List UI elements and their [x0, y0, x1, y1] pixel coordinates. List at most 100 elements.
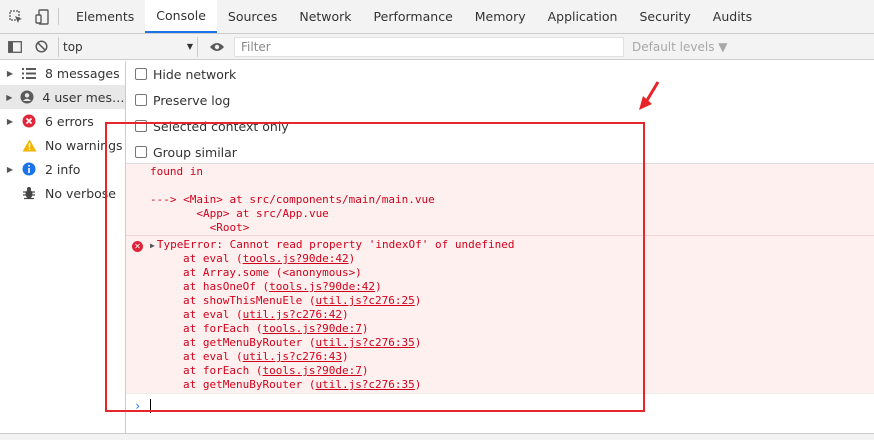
tab-elements[interactable]: Elements [65, 0, 145, 33]
sidebar-item-label: No warnings [45, 137, 123, 153]
log-levels-dropdown[interactable]: Default levels ▼ [632, 40, 728, 54]
stack-frame-text: at showThisMenuEle ( [183, 294, 316, 307]
filter-input[interactable]: Filter [234, 36, 624, 57]
sidebar-item-verbose[interactable]: No verbose [0, 181, 125, 205]
info-icon [20, 161, 38, 177]
stack-frame-text: at forEach ( [183, 322, 263, 335]
stack-frame-text: at eval ( [183, 350, 243, 363]
drawer-bar [0, 433, 874, 440]
stack-frame: at hasOneOf (tools.js?90de:42) [183, 280, 874, 294]
stack-frame-text: at getMenuByRouter ( [183, 378, 316, 391]
console-sidebar: ▶ 8 messages ▶ 4 user mess… ▶ 6 errors N… [0, 61, 126, 433]
sidebar-item-warnings[interactable]: No warnings [0, 133, 125, 157]
selected-context-checkbox[interactable] [135, 120, 147, 132]
console-output: found in ---> <Main> at src/components/m… [126, 164, 874, 393]
console-message: found in ---> <Main> at src/components/m… [126, 164, 874, 236]
context-selector[interactable]: top ▼ [58, 36, 198, 57]
stack-frame-text: ) [414, 336, 422, 349]
stack-frame-text: ) [341, 308, 349, 321]
selected-context-label: Selected context only [153, 118, 289, 134]
sidebar-toggle-icon[interactable] [4, 36, 26, 58]
tab-audits[interactable]: Audits [702, 0, 763, 33]
expand-triangle-icon[interactable]: ▶ [0, 69, 20, 78]
selected-context-option[interactable]: Selected context only [126, 113, 874, 139]
tab-console[interactable]: Console [145, 0, 217, 33]
stack-frame-text: ) [361, 364, 369, 377]
hide-network-checkbox[interactable] [135, 68, 147, 80]
message-line: <App> at src/App.vue [150, 207, 329, 220]
expand-triangle-icon[interactable]: ▶ [0, 165, 20, 174]
tab-network[interactable]: Network [288, 0, 362, 33]
clear-console-icon[interactable] [30, 36, 52, 58]
stack-frame-text: at Array.some (<anonymous>) [183, 266, 362, 279]
context-value: top [63, 39, 83, 54]
group-similar-checkbox[interactable] [135, 146, 147, 158]
stack-frame: at forEach (tools.js?90de:7) [183, 364, 874, 378]
expand-triangle-icon[interactable]: ▶ [0, 93, 19, 102]
preserve-log-option[interactable]: Preserve log [126, 87, 874, 113]
console-settings-pane: Hide network Preserve log Selected conte… [126, 61, 874, 164]
tabbar-divider [58, 8, 59, 25]
source-link[interactable]: util.js?c276:25 [315, 294, 414, 307]
message-line: <Root> [150, 221, 250, 234]
stack-frame: at showThisMenuEle (util.js?c276:25) [183, 294, 874, 308]
stack-frame: at getMenuByRouter (util.js?c276:35) [183, 378, 874, 392]
inspect-element-icon[interactable] [6, 0, 26, 33]
stack-frame-text: at eval ( [183, 308, 243, 321]
stack-frame: at eval (util.js?c276:42) [183, 308, 874, 322]
sidebar-item-user-messages[interactable]: ▶ 4 user mess… [0, 85, 125, 109]
tab-sources[interactable]: Sources [217, 0, 288, 33]
error-icon: ✕ [132, 241, 143, 252]
source-link[interactable]: util.js?c276:35 [315, 378, 414, 391]
stack-frame-text: ) [414, 294, 422, 307]
stack-frame-text: ) [375, 280, 382, 293]
source-link[interactable]: tools.js?90de:42 [269, 280, 375, 293]
text-cursor [150, 398, 152, 413]
tab-application[interactable]: Application [537, 0, 629, 33]
devtools-tabbar: Elements Console Sources Network Perform… [0, 0, 874, 34]
device-toolbar-icon[interactable] [32, 0, 52, 33]
error-message[interactable]: ✕ ▶ TypeError: Cannot read property 'inde… [126, 236, 874, 392]
group-similar-option[interactable]: Group similar [126, 139, 874, 165]
console-prompt[interactable]: › [126, 393, 874, 417]
stack-frame-text: at eval ( [183, 252, 243, 265]
source-link[interactable]: util.js?c276:42 [243, 308, 342, 321]
source-link[interactable]: tools.js?90de:7 [262, 364, 361, 377]
live-expression-eye-icon[interactable] [206, 36, 228, 58]
console-toolbar: top ▼ Filter Default levels ▼ [0, 34, 874, 60]
sidebar-item-errors[interactable]: ▶ 6 errors [0, 109, 125, 133]
bug-icon [20, 185, 38, 201]
preserve-log-checkbox[interactable] [135, 94, 147, 106]
error-text: TypeError: Cannot read property 'indexOf… [156, 238, 515, 251]
chevron-down-icon: ▼ [186, 42, 193, 51]
source-link[interactable]: tools.js?90de:42 [243, 252, 349, 265]
source-link[interactable]: util.js?c276:43 [243, 350, 342, 363]
source-link[interactable]: util.js?c276:35 [315, 336, 414, 349]
preserve-log-label: Preserve log [153, 92, 231, 108]
stack-frame: at Array.some (<anonymous>) [183, 266, 874, 280]
panel-tabs: Elements Console Sources Network Perform… [65, 0, 763, 33]
tab-memory[interactable]: Memory [464, 0, 537, 33]
stack-frame: at getMenuByRouter (util.js?c276:35) [183, 336, 874, 350]
expand-triangle-icon[interactable]: ▶ [0, 117, 20, 126]
sidebar-item-label: 8 messages [45, 65, 120, 81]
sidebar-item-info[interactable]: ▶ 2 info [0, 157, 125, 181]
stack-frame: at eval (tools.js?90de:42) [183, 252, 874, 266]
error-header[interactable]: ▶ TypeError: Cannot read property 'indexO… [150, 238, 874, 252]
stack-frame-text: at getMenuByRouter ( [183, 336, 316, 349]
hide-network-label: Hide network [153, 66, 237, 82]
warning-icon [20, 137, 38, 153]
expand-triangle-icon[interactable]: ▶ [150, 241, 155, 250]
message-line: found in [150, 165, 203, 178]
tab-security[interactable]: Security [628, 0, 701, 33]
source-link[interactable]: tools.js?90de:7 [262, 322, 361, 335]
tab-performance[interactable]: Performance [363, 0, 464, 33]
hide-network-option[interactable]: Hide network [126, 61, 874, 87]
group-similar-label: Group similar [153, 144, 237, 160]
sidebar-item-label: No verbose [45, 185, 116, 201]
sidebar-item-messages[interactable]: ▶ 8 messages [0, 61, 125, 85]
stack-frame-text: at hasOneOf ( [183, 280, 270, 293]
user-icon [19, 89, 36, 105]
error-icon [20, 113, 38, 129]
stack-trace: at eval (tools.js?90de:42) at Array.some … [183, 252, 874, 392]
